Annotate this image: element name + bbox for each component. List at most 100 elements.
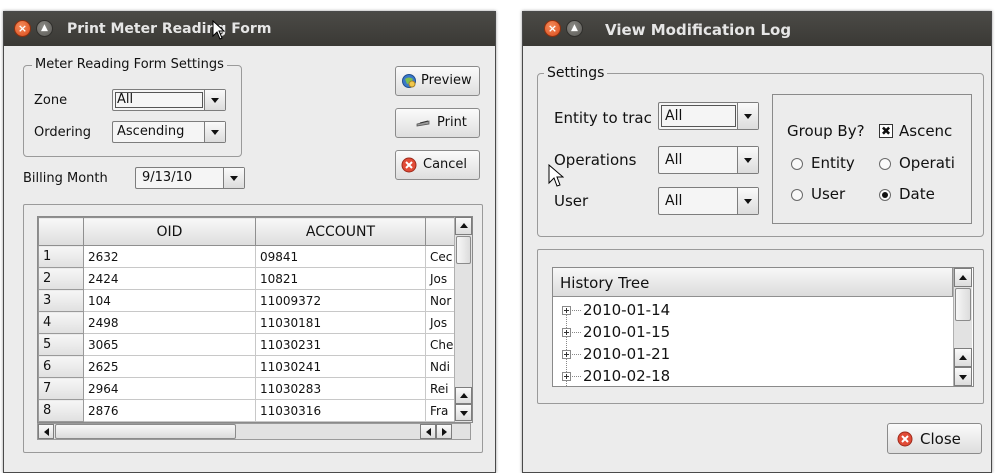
expand-icon[interactable]	[562, 350, 571, 359]
vertical-scroll-thumb[interactable]	[456, 236, 471, 264]
scroll-left-button[interactable]	[38, 424, 54, 439]
billing-month-value: 9/13/10	[142, 170, 193, 185]
tree-node[interactable]: 2010-01-21	[583, 345, 670, 363]
billing-month-dropdown-arrow[interactable]	[223, 168, 244, 188]
tree-node[interactable]: 2010-01-14	[583, 301, 670, 319]
zone-dropdown-arrow[interactable]	[204, 90, 225, 110]
user-dropdown-arrow[interactable]	[737, 188, 758, 214]
chevron-down-icon	[744, 114, 752, 119]
oid-cell[interactable]: 2964	[83, 377, 256, 400]
oid-cell[interactable]: 2876	[83, 399, 256, 422]
minimize-window-button[interactable]: ▲	[36, 20, 53, 37]
oid-cell[interactable]: 2498	[83, 311, 256, 334]
oid-cell[interactable]: 2424	[83, 267, 256, 290]
expand-icon[interactable]	[562, 372, 571, 381]
scroll-up-button-lower[interactable]	[455, 387, 472, 404]
history-vertical-scrollbar[interactable]	[953, 268, 972, 386]
preview-button[interactable]: Preview	[395, 66, 480, 96]
radio-entity[interactable]	[791, 158, 803, 170]
oid-cell[interactable]: 3065	[83, 333, 256, 356]
user-dropdown[interactable]: All	[658, 187, 759, 215]
oid-cell[interactable]: 2625	[83, 355, 256, 378]
view-modification-log-window: × ▲ View Modification Log Settings Entit…	[522, 11, 992, 473]
entity-dropdown-arrow[interactable]	[737, 103, 758, 129]
chevron-right-icon	[442, 427, 447, 436]
operations-dropdown[interactable]: All	[658, 146, 759, 174]
row-number-cell[interactable]: 4	[38, 311, 84, 334]
tree-node[interactable]: 2010-02-18	[583, 367, 670, 385]
ordering-dropdown-arrow[interactable]	[204, 122, 225, 142]
scroll-up-button[interactable]	[455, 217, 472, 235]
scroll-up-button[interactable]	[954, 268, 972, 287]
horizontal-scroll-thumb[interactable]	[55, 424, 236, 439]
close-window-button[interactable]: ×	[14, 20, 31, 37]
scroll-right-button[interactable]	[436, 424, 452, 439]
history-scroll-thumb[interactable]	[955, 288, 971, 321]
row-number-cell[interactable]: 2	[38, 267, 84, 290]
ordering-dropdown[interactable]: Ascending	[112, 121, 226, 143]
scroll-left-button-right[interactable]	[420, 424, 436, 439]
user-value: All	[665, 193, 683, 209]
account-cell[interactable]: 11030283	[255, 377, 426, 400]
oid-column-header[interactable]: OID	[83, 217, 256, 246]
table-row[interactable]: 1 2632 09841 Cec	[38, 245, 472, 268]
entity-dropdown[interactable]: All	[658, 102, 759, 130]
chevron-down-icon	[230, 176, 238, 181]
account-cell[interactable]: 11030316	[255, 399, 426, 422]
oid-cell[interactable]: 2632	[83, 245, 256, 268]
window-title: Print Meter Reading Form	[67, 21, 272, 37]
scroll-down-button[interactable]	[455, 404, 472, 421]
zone-dropdown[interactable]: All	[112, 89, 226, 111]
table-row[interactable]: 5 3065 11030231 Che	[38, 333, 472, 356]
settings-legend: Settings	[544, 65, 608, 81]
minimize-window-button[interactable]: ▲	[566, 20, 583, 37]
row-number-cell[interactable]: 5	[38, 333, 84, 356]
billing-month-label: Billing Month	[23, 171, 108, 186]
history-tree-header[interactable]: History Tree	[553, 268, 953, 297]
billing-month-dropdown[interactable]: 9/13/10	[135, 167, 245, 189]
ascending-checkbox[interactable]: ✖	[879, 124, 893, 138]
tree-node[interactable]: 2010-01-15	[583, 323, 670, 341]
table-row[interactable]: 8 2876 11030316 Fra	[38, 399, 472, 422]
account-cell[interactable]: 11030181	[255, 311, 426, 334]
print-button[interactable]: Print	[395, 108, 480, 138]
close-button[interactable]: Close	[887, 423, 982, 454]
settings-legend: Meter Reading Form Settings	[32, 57, 227, 72]
row-number-cell[interactable]: 7	[38, 377, 84, 400]
ordering-value: Ascending	[117, 124, 185, 139]
row-number-cell[interactable]: 1	[38, 245, 84, 268]
operations-dropdown-arrow[interactable]	[737, 147, 758, 173]
radio-user[interactable]	[791, 189, 803, 201]
account-cell[interactable]: 10821	[255, 267, 426, 290]
table-horizontal-scrollbar[interactable]	[37, 423, 471, 440]
oid-cell[interactable]: 104	[83, 289, 256, 312]
scroll-up-button-lower[interactable]	[954, 348, 972, 367]
table-vertical-scrollbar[interactable]	[454, 217, 472, 422]
operations-value: All	[665, 152, 683, 168]
table-row[interactable]: 2 2424 10821 Jos	[38, 267, 472, 290]
account-cell[interactable]: 11030241	[255, 355, 426, 378]
account-cell[interactable]: 09841	[255, 245, 426, 268]
radio-operations[interactable]	[879, 158, 891, 170]
row-number-header[interactable]	[38, 217, 84, 246]
table-row[interactable]: 4 2498 11030181 Jos	[38, 311, 472, 334]
row-number-cell[interactable]: 8	[38, 399, 84, 422]
mouse-cursor-icon	[212, 20, 226, 40]
radio-date[interactable]	[879, 189, 891, 201]
row-number-cell[interactable]: 3	[38, 289, 84, 312]
chevron-up-icon	[459, 392, 468, 398]
expand-icon[interactable]	[562, 328, 571, 337]
account-cell[interactable]: 11030231	[255, 333, 426, 356]
scroll-down-button[interactable]	[954, 367, 972, 386]
table-row[interactable]: 7 2964 11030283 Rei	[38, 377, 472, 400]
account-column-header[interactable]: ACCOUNT	[255, 217, 426, 246]
table-row[interactable]: 6 2625 11030241 Ndi	[38, 355, 472, 378]
chevron-left-icon	[426, 427, 431, 436]
chevron-down-icon	[211, 98, 219, 103]
expand-icon[interactable]	[562, 306, 571, 315]
account-cell[interactable]: 11009372	[255, 289, 426, 312]
close-window-button[interactable]: ×	[544, 20, 561, 37]
cancel-button[interactable]: Cancel	[395, 150, 480, 180]
table-row[interactable]: 3 104 11009372 Nor	[38, 289, 472, 312]
row-number-cell[interactable]: 6	[38, 355, 84, 378]
